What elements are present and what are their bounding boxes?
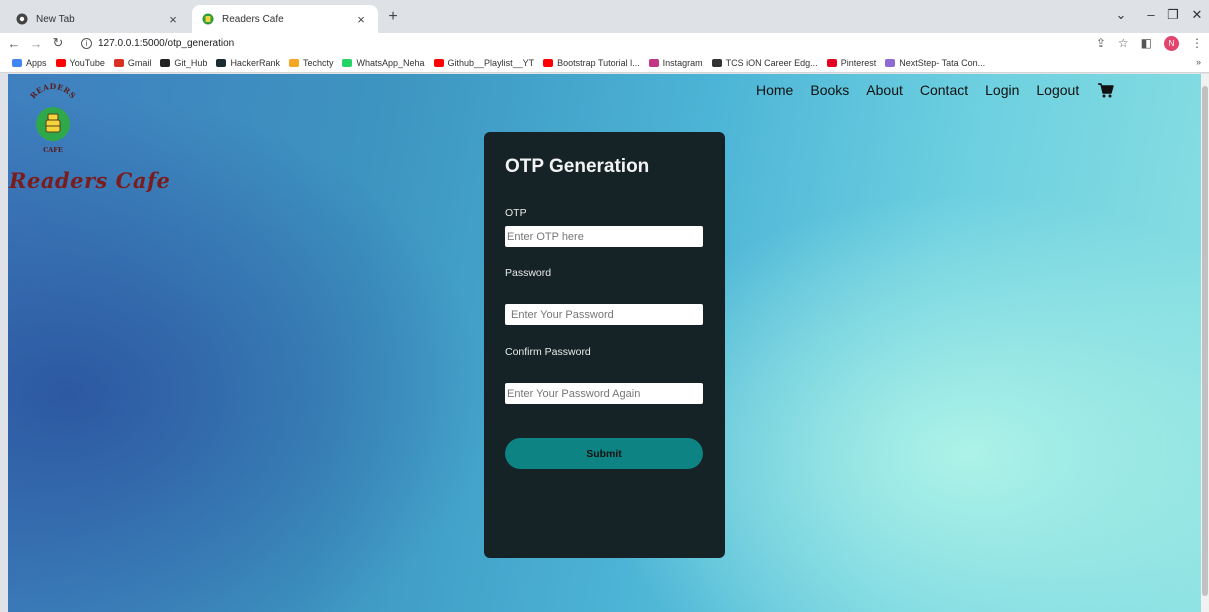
bookmark-item[interactable]: WhatsApp_Neha: [342, 57, 425, 68]
bookmark-label: Apps: [26, 57, 47, 68]
bookmarks-bar: Apps YouTube Gmail Git_Hub HackerRank Techcty…: [0, 53, 1209, 73]
restore-icon[interactable]: ❐: [1164, 7, 1182, 23]
nav-about[interactable]: About: [866, 82, 903, 98]
site-favicon-icon: [202, 13, 214, 25]
logo-bottom-text: CAFE: [43, 146, 63, 154]
browser-toolbar: ← → ↻ i 127.0.0.1:5000/otp_generation ⇪ …: [0, 33, 1209, 53]
brand-name: Readers Cafe: [9, 168, 171, 193]
bookmark-favicon-icon: [342, 58, 353, 67]
bookmark-favicon-icon: [885, 58, 896, 67]
new-tab-button[interactable]: +: [384, 8, 402, 26]
bookmark-label: Bootstrap Tutorial l...: [557, 57, 640, 68]
chrome-icon: [16, 13, 28, 25]
bookmark-label: WhatsApp_Neha: [356, 57, 425, 68]
bookmark-label: HackerRank: [230, 57, 280, 68]
logo-top-text: READERS: [28, 82, 77, 101]
tab-new-tab[interactable]: New Tab ×: [6, 5, 190, 33]
nav-books[interactable]: Books: [810, 82, 849, 98]
forward-arrow-icon[interactable]: →: [27, 36, 45, 51]
bookmark-label: Github__Playlist__YT: [447, 57, 535, 68]
nav-home[interactable]: Home: [756, 82, 793, 98]
toolbar-actions: ⇪ ☆ ◧ N ⋮: [1096, 33, 1203, 53]
bookmark-item[interactable]: Gmail: [113, 57, 152, 68]
bookmark-star-icon[interactable]: ☆: [1118, 36, 1129, 50]
tab-title: Readers Cafe: [222, 13, 284, 25]
tab-readers-cafe[interactable]: Readers Cafe ×: [192, 5, 378, 33]
bookmark-label: Gmail: [127, 57, 152, 68]
nav-login[interactable]: Login: [985, 82, 1019, 98]
site-logo[interactable]: READERS CAFE: [22, 82, 84, 154]
nav-contact[interactable]: Contact: [920, 82, 968, 98]
bookmark-favicon-icon: [826, 58, 837, 67]
bookmark-favicon-icon: [711, 58, 722, 67]
side-panel-icon[interactable]: ◧: [1141, 36, 1152, 50]
bookmark-item[interactable]: Github__Playlist__YT: [433, 57, 535, 68]
bookmark-item[interactable]: HackerRank: [216, 58, 280, 68]
svg-text:READERS: READERS: [28, 82, 77, 101]
bookmark-label: Pinterest: [840, 57, 877, 68]
otp-form-card: OTP Generation OTP Password Confirm Pass…: [484, 132, 725, 558]
scrollbar-thumb[interactable]: [1202, 86, 1208, 596]
window-close-icon[interactable]: ✕: [1188, 7, 1206, 23]
bookmark-favicon-icon: [160, 58, 171, 67]
bookmark-favicon-icon: [288, 58, 299, 67]
share-icon[interactable]: ⇪: [1096, 36, 1106, 50]
browser-tab-bar: New Tab × Readers Cafe × + ⌄ – ❐ ✕: [0, 0, 1209, 33]
nav-logout[interactable]: Logout: [1036, 82, 1079, 98]
bookmark-item[interactable]: Git_Hub: [160, 58, 207, 68]
submit-button[interactable]: Submit: [505, 438, 703, 469]
password-label: Password: [505, 267, 552, 279]
tab-search-chevron-icon[interactable]: ⌄: [1112, 7, 1130, 23]
form-title: OTP Generation: [505, 156, 650, 177]
back-arrow-icon[interactable]: ←: [5, 36, 23, 51]
bookmark-label: TCS iON Career Edg...: [725, 57, 818, 68]
page-scrollbar[interactable]: [1201, 74, 1209, 612]
bookmark-item[interactable]: Bootstrap Tutorial l...: [543, 58, 640, 68]
bookmarks-overflow-icon[interactable]: »: [1196, 57, 1201, 67]
profile-avatar[interactable]: N: [1164, 35, 1179, 51]
cart-icon[interactable]: [1098, 82, 1114, 98]
bookmark-favicon-icon: [543, 58, 554, 67]
bookmark-label: Techcty: [302, 57, 334, 68]
bookmark-favicon-icon: [55, 58, 66, 67]
minimize-icon[interactable]: –: [1142, 7, 1160, 22]
close-icon[interactable]: ×: [354, 12, 368, 27]
site-info-icon[interactable]: i: [81, 37, 92, 49]
bookmark-item[interactable]: NextStep- Tata Con...: [885, 58, 985, 68]
bookmark-label: NextStep- Tata Con...: [899, 57, 986, 68]
bookmark-label: YouTube: [69, 57, 105, 68]
bookmark-item[interactable]: Instagram: [648, 57, 703, 68]
bookmark-favicon-icon: [648, 58, 659, 67]
address-bar[interactable]: i 127.0.0.1:5000/otp_generation: [81, 37, 235, 49]
password-input[interactable]: [505, 304, 703, 325]
bookmark-item[interactable]: TCS iON Career Edg...: [711, 57, 818, 68]
bookmark-favicon-icon: [113, 58, 124, 67]
bookmark-favicon-icon: [433, 58, 444, 67]
confirm-password-label: Confirm Password: [505, 346, 591, 358]
bookmark-item[interactable]: YouTube: [55, 57, 105, 68]
url-text: 127.0.0.1:5000/otp_generation: [98, 37, 235, 49]
otp-label: OTP: [505, 207, 527, 219]
confirm-password-input[interactable]: [505, 383, 703, 404]
bookmark-item[interactable]: Apps: [12, 58, 47, 68]
bookmark-label: Git_Hub: [174, 57, 208, 68]
close-icon[interactable]: ×: [166, 12, 180, 27]
main-nav: Home Books About Contact Login Logout: [756, 82, 1114, 98]
page-viewport: READERS CAFE Readers Cafe Home Books Abo…: [8, 74, 1201, 612]
otp-input[interactable]: [505, 226, 703, 247]
reload-icon[interactable]: ↻: [49, 35, 67, 51]
bookmark-label: Instagram: [662, 57, 703, 68]
bookmark-favicon-icon: [216, 58, 227, 67]
bookmark-item[interactable]: Pinterest: [826, 57, 877, 68]
tab-title: New Tab: [36, 13, 75, 25]
bookmark-item[interactable]: Techcty: [288, 57, 334, 68]
apps-grid-icon: [12, 58, 22, 67]
menu-dots-icon[interactable]: ⋮: [1191, 36, 1203, 50]
